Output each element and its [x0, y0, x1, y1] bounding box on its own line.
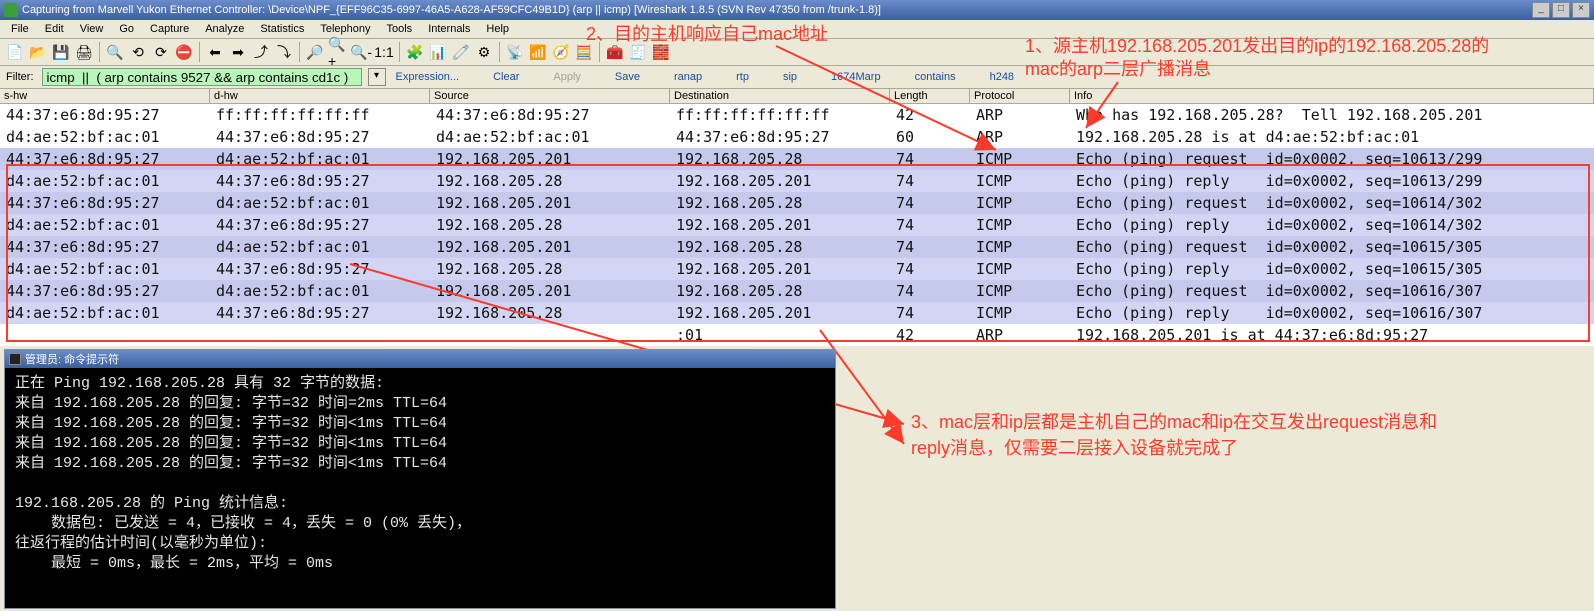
minimize-button[interactable]: _: [1532, 2, 1550, 18]
title-bar: Capturing from Marvell Yukon Ethernet Co…: [0, 0, 1594, 20]
annotation-3-line1: 3、mac层和ip层都是主机自己的mac和ip在交互发出request消息和: [911, 410, 1437, 434]
menu-file[interactable]: File: [4, 21, 36, 37]
toolbar-separator: [399, 42, 400, 62]
cell-pro: ARP: [970, 128, 1070, 146]
filter-link-h248[interactable]: h248: [986, 71, 1018, 83]
toolbar-button-20[interactable]: 📡: [504, 41, 526, 63]
col-d-hw[interactable]: d-hw: [210, 89, 430, 103]
col-destination[interactable]: Destination: [670, 89, 890, 103]
filter-bar: Filter: ▾ Expression... Clear Apply Save ran…: [0, 66, 1594, 89]
column-headers: s-hw d-hw Source Destination Length Prot…: [0, 89, 1594, 104]
toolbar-button-22[interactable]: 🧭: [550, 41, 572, 63]
app-icon: [4, 3, 18, 17]
packet-row[interactable]: d4:ae:52:bf:ac:0144:37:e6:8d:95:27d4:ae:…: [0, 126, 1594, 148]
col-length[interactable]: Length: [890, 89, 970, 103]
filter-link-apply[interactable]: Apply: [549, 71, 585, 83]
cell-dhw: 44:37:e6:8d:95:27: [210, 128, 430, 146]
maximize-button[interactable]: □: [1552, 2, 1570, 18]
menu-view[interactable]: View: [73, 21, 111, 37]
toolbar-button-19[interactable]: ⚙: [473, 41, 495, 63]
toolbar-separator: [499, 42, 500, 62]
menu-edit[interactable]: Edit: [38, 21, 71, 37]
annotation-highlight-box: [6, 164, 1590, 342]
filter-label: Filter:: [4, 71, 36, 83]
col-info[interactable]: Info: [1070, 89, 1594, 103]
filter-link-expression-[interactable]: Expression...: [392, 71, 464, 83]
cell-inf: 192.168.205.28 is at d4:ae:52:bf:ac:01: [1070, 128, 1594, 146]
menu-help[interactable]: Help: [479, 21, 516, 37]
toolbar-button-1[interactable]: 📂: [27, 41, 49, 63]
toolbar-separator: [299, 42, 300, 62]
cell-dhw: ff:ff:ff:ff:ff:ff: [210, 106, 430, 124]
cell-pro: ARP: [970, 106, 1070, 124]
filter-dropdown[interactable]: ▾: [368, 68, 386, 86]
toolbar-button-13[interactable]: 🔍+: [327, 41, 349, 63]
toolbar-button-10[interactable]: ⤴: [250, 41, 272, 63]
close-button[interactable]: ×: [1572, 2, 1590, 18]
cell-src: d4:ae:52:bf:ac:01: [430, 128, 670, 146]
toolbar-button-12[interactable]: 🔎: [304, 41, 326, 63]
filter-link-sip[interactable]: sip: [779, 71, 801, 83]
filter-link-rtp[interactable]: rtp: [732, 71, 753, 83]
cell-dst: 44:37:e6:8d:95:27: [670, 128, 890, 146]
cell-src: 44:37:e6:8d:95:27: [430, 106, 670, 124]
col-protocol[interactable]: Protocol: [970, 89, 1070, 103]
toolbar-button-16[interactable]: 🧩: [404, 41, 426, 63]
menu-analyze[interactable]: Analyze: [198, 21, 251, 37]
window-title: Capturing from Marvell Yukon Ethernet Co…: [22, 4, 1532, 16]
cmd-icon: [9, 353, 21, 365]
cell-dst: ff:ff:ff:ff:ff:ff: [670, 106, 890, 124]
annotation-2: 2、目的主机响应自己mac地址: [586, 22, 828, 46]
cell-shw: 44:37:e6:8d:95:27: [0, 106, 210, 124]
toolbar-button-21[interactable]: 📶: [527, 41, 549, 63]
cmd-output: 正在 Ping 192.168.205.28 具有 32 字节的数据: 来自 1…: [5, 368, 835, 580]
filter-link-ranap[interactable]: ranap: [670, 71, 706, 83]
toolbar-button-8[interactable]: ⬅: [204, 41, 226, 63]
toolbar-button-17[interactable]: 📊: [427, 41, 449, 63]
filter-link-1674marp[interactable]: 1674Marp: [827, 71, 885, 83]
cell-shw: d4:ae:52:bf:ac:01: [0, 128, 210, 146]
menu-go[interactable]: Go: [112, 21, 141, 37]
toolbar-button-6[interactable]: ⟳: [150, 41, 172, 63]
menu-tools[interactable]: Tools: [380, 21, 420, 37]
toolbar-separator: [199, 42, 200, 62]
annotation-3-line2: reply消息，仅需要二层接入设备就完成了: [911, 436, 1238, 460]
cmd-title-bar: 管理员: 命令提示符: [5, 350, 835, 368]
toolbar-button-11[interactable]: ⤵: [273, 41, 295, 63]
toolbar-button-9[interactable]: ➡: [227, 41, 249, 63]
toolbar-button-2[interactable]: 💾: [50, 41, 72, 63]
filter-link-clear[interactable]: Clear: [489, 71, 523, 83]
menu-internals[interactable]: Internals: [421, 21, 477, 37]
annotation-1-line1: 1、源主机192.168.205.201发出目的ip的192.168.205.2…: [1025, 34, 1489, 58]
col-source[interactable]: Source: [430, 89, 670, 103]
filter-input[interactable]: [42, 68, 362, 86]
menu-statistics[interactable]: Statistics: [253, 21, 311, 37]
command-prompt-window[interactable]: 管理员: 命令提示符 正在 Ping 192.168.205.28 具有 32 …: [4, 349, 836, 609]
annotation-1-line2: mac的arp二层广播消息: [1025, 57, 1211, 81]
cell-len: 60: [890, 128, 970, 146]
toolbar-button-5[interactable]: ⟲: [127, 41, 149, 63]
toolbar-button-7[interactable]: ⛔: [173, 41, 195, 63]
packet-row[interactable]: 44:37:e6:8d:95:27ff:ff:ff:ff:ff:ff44:37:…: [0, 104, 1594, 126]
filter-link-contains[interactable]: contains: [911, 71, 960, 83]
toolbar-button-4[interactable]: 🔍: [104, 41, 126, 63]
toolbar-button-15[interactable]: 1:1: [373, 41, 395, 63]
filter-link-save[interactable]: Save: [611, 71, 644, 83]
toolbar-button-0[interactable]: 📄: [4, 41, 26, 63]
cmd-title: 管理员: 命令提示符: [25, 351, 119, 367]
cell-len: 42: [890, 106, 970, 124]
toolbar-separator: [99, 42, 100, 62]
toolbar-button-14[interactable]: 🔍-: [350, 41, 372, 63]
menu-capture[interactable]: Capture: [143, 21, 196, 37]
cell-inf: Who has 192.168.205.28? Tell 192.168.205…: [1070, 106, 1594, 124]
toolbar-button-3[interactable]: 🖨: [73, 41, 95, 63]
col-s-hw[interactable]: s-hw: [0, 89, 210, 103]
toolbar-button-18[interactable]: 🧷: [450, 41, 472, 63]
